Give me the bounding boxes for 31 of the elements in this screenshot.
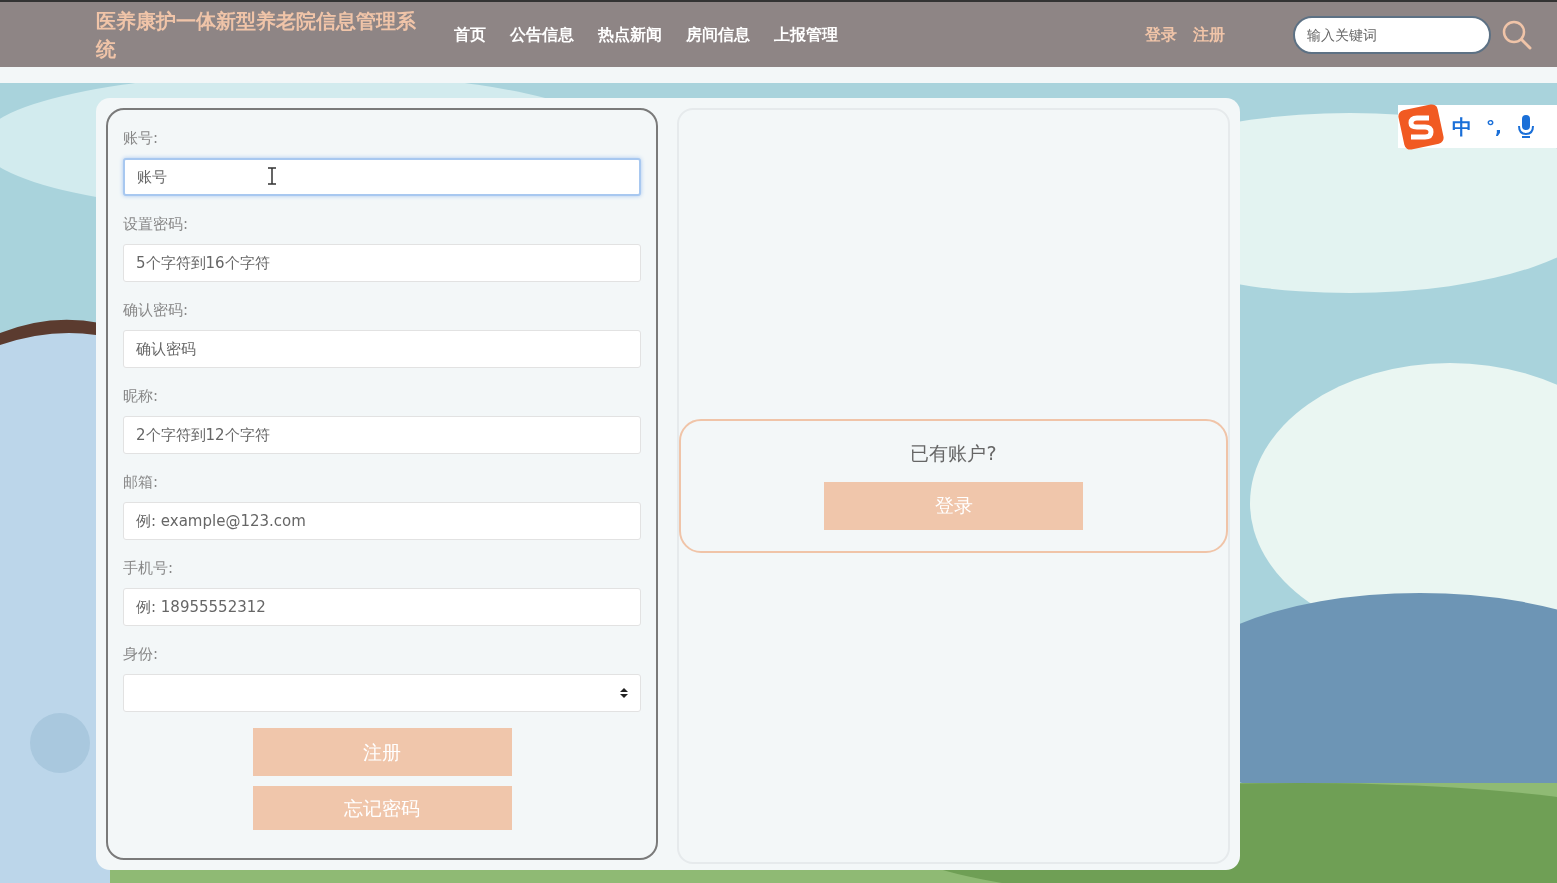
nav-link[interactable]: 首页 xyxy=(454,22,486,47)
input-field[interactable]: 例: example@123.com xyxy=(123,502,641,540)
input-field[interactable]: 账号 xyxy=(123,158,641,196)
field-label: 昵称: xyxy=(123,386,160,406)
ime-logo-icon[interactable] xyxy=(1398,103,1444,150)
login-prompt: 已有账户? xyxy=(910,441,997,466)
select-field[interactable] xyxy=(123,674,641,712)
nav-link[interactable]: 公告信息 xyxy=(510,22,574,47)
field-label: 身份: xyxy=(123,644,160,664)
microphone-icon[interactable] xyxy=(1517,113,1534,140)
auth-link[interactable]: 注册 xyxy=(1193,22,1225,47)
field-label: 手机号: xyxy=(123,558,175,578)
nav-link[interactable]: 房间信息 xyxy=(686,22,750,47)
search-icon[interactable] xyxy=(1501,18,1533,51)
nav-link[interactable]: 上报管理 xyxy=(774,22,838,47)
field-label: 邮箱: xyxy=(123,472,160,492)
input-field[interactable]: 5个字符到16个字符 xyxy=(123,244,641,282)
auth-link[interactable]: 登录 xyxy=(1145,22,1177,47)
field-label: 设置密码: xyxy=(123,214,190,234)
nav-link[interactable]: 热点新闻 xyxy=(598,22,662,47)
text-cursor-icon xyxy=(267,167,277,185)
input-field[interactable]: 例: 18955552312 xyxy=(123,588,641,626)
field-label: 确认密码: xyxy=(123,300,190,320)
select-arrows-icon xyxy=(620,687,628,699)
input-field[interactable]: 确认密码 xyxy=(123,330,641,368)
field-label: 账号: xyxy=(123,128,160,148)
search-field[interactable]: 输入关键词 xyxy=(1293,15,1491,54)
ime-punctuation-toggle[interactable]: °, xyxy=(1486,113,1502,140)
ime-mode-toggle[interactable]: 中 xyxy=(1452,111,1472,142)
site-title: 医养康护一体新型养老院信息管理系统 xyxy=(96,7,417,63)
input-field[interactable]: 2个字符到12个字符 xyxy=(123,416,641,454)
